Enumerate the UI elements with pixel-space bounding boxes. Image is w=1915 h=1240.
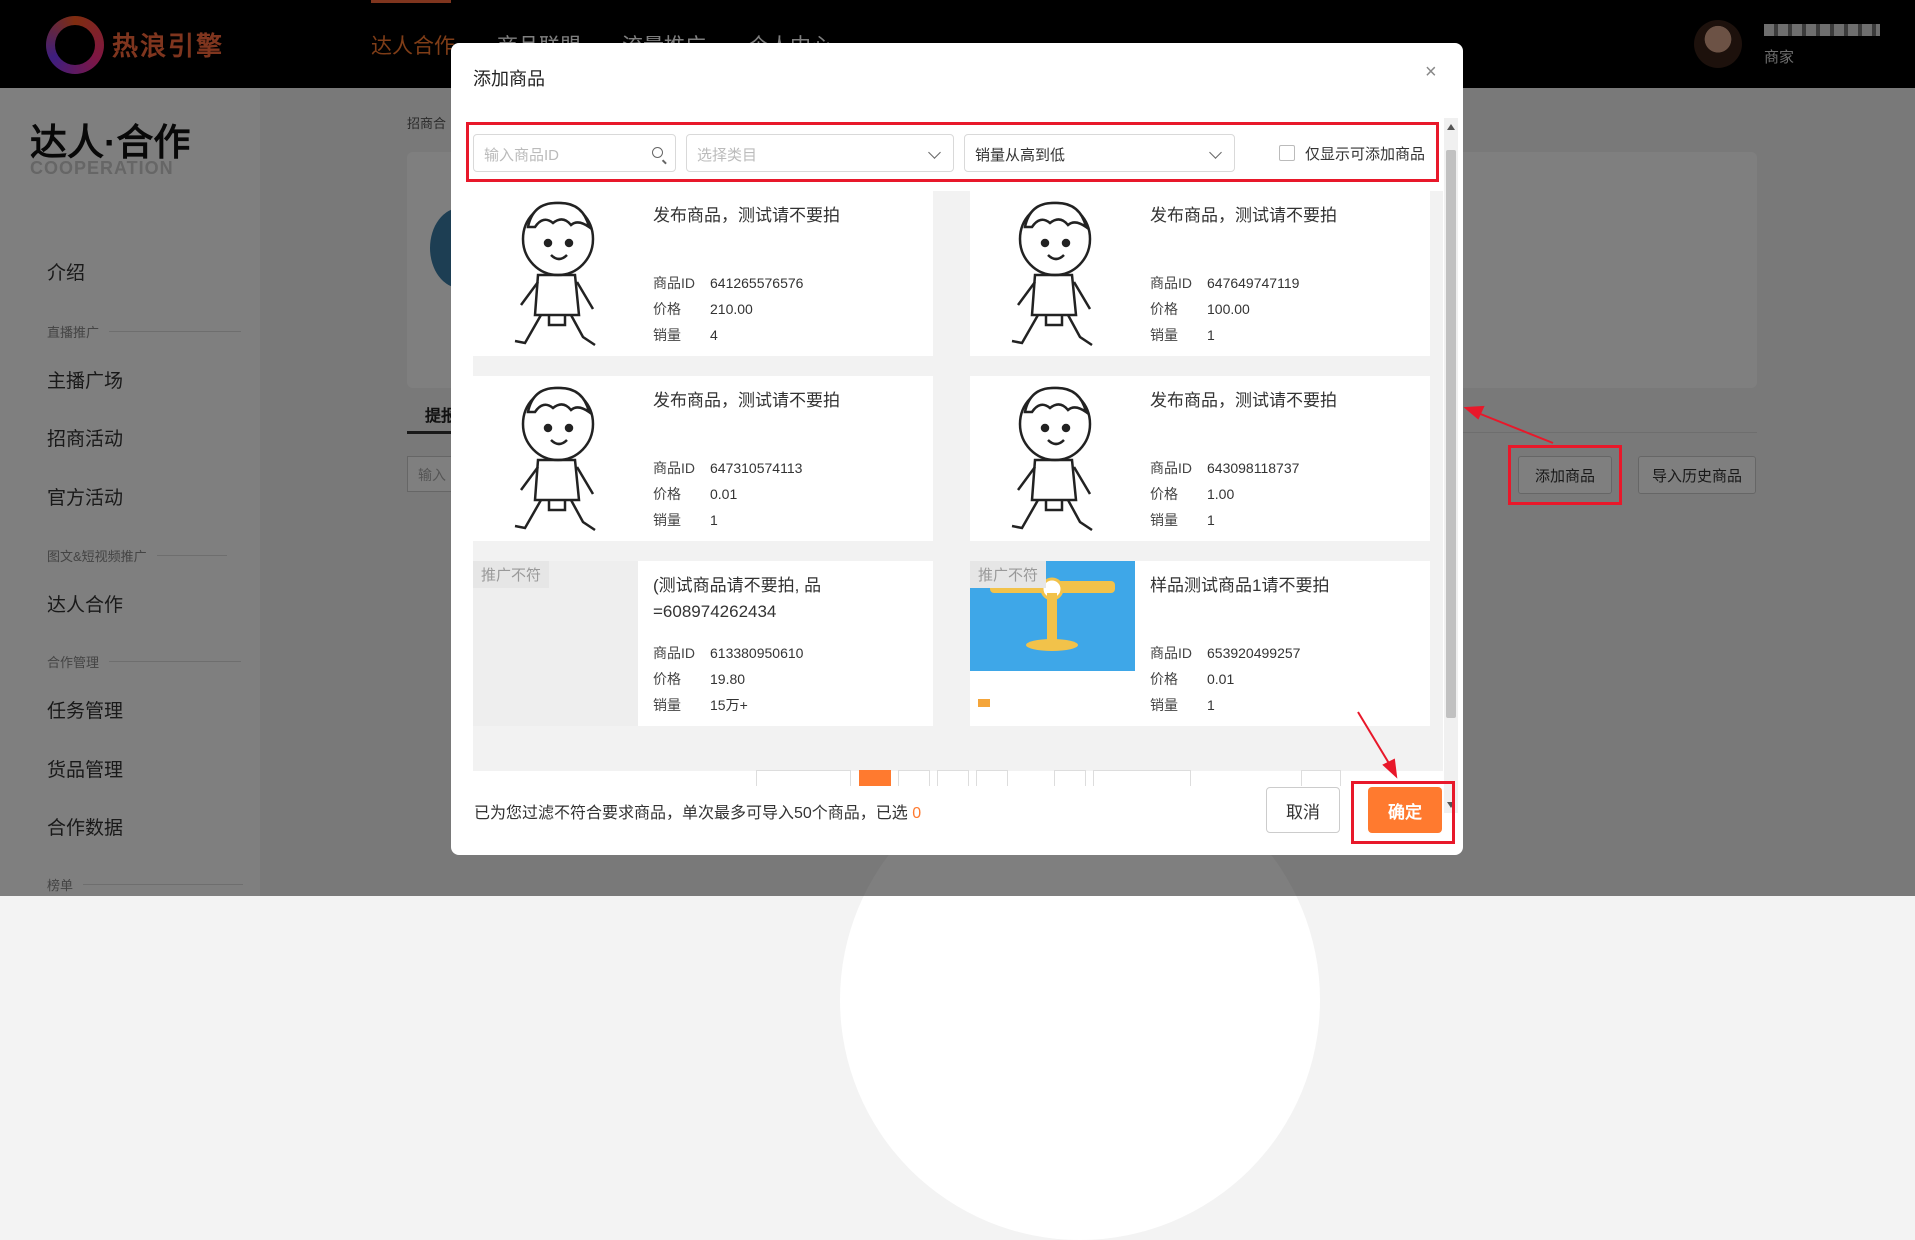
product-card[interactable]: 推广不符 样品测试商品1请不要拍 商品ID 653920499257 价格 0.01… [970, 561, 1430, 726]
cancel-button[interactable]: 取消 [1266, 787, 1340, 833]
product-list: 发布商品，测试请不要拍 商品ID 641265576576 价格 210.00 销量… [473, 191, 1443, 771]
product-thumbnail: 推广不符 [473, 561, 638, 726]
product-sales-row: 销量 4 [653, 325, 718, 345]
annotation-box-filters [466, 122, 1439, 182]
scroll-up-arrow-icon[interactable] [1447, 124, 1455, 130]
product-price-row: 价格 100.00 [1150, 299, 1250, 319]
field-label: 价格 [1150, 301, 1178, 317]
product-card[interactable]: 发布商品，测试请不要拍 商品ID 643098118737 价格 1.00 销量 1 [970, 376, 1430, 541]
field-label: 销量 [1150, 512, 1178, 528]
product-id: 647310574113 [710, 460, 803, 476]
product-id: 641265576576 [710, 275, 804, 291]
field-label: 价格 [1150, 671, 1178, 687]
field-label: 销量 [653, 697, 681, 713]
product-price-row: 价格 19.80 [653, 669, 745, 689]
product-id-row: 商品ID 643098118737 [1150, 458, 1299, 478]
field-label: 价格 [1150, 486, 1178, 502]
field-label: 商品ID [1150, 645, 1192, 661]
product-id-row: 商品ID 647310574113 [653, 458, 802, 478]
status-badge: 推广不符 [970, 561, 1047, 588]
field-label: 价格 [653, 301, 681, 317]
product-price: 1.00 [1207, 486, 1235, 502]
product-name: 样品测试商品1请不要拍 [1150, 576, 1330, 595]
status-badge: 推广不符 [473, 561, 550, 588]
annotation-box-add-button [1508, 445, 1622, 505]
product-name: 发布商品，测试请不要拍 [653, 206, 840, 225]
product-name: 发布商品，测试请不要拍 [1150, 391, 1337, 410]
pagination-size-select[interactable] [1093, 770, 1191, 786]
cartoon-boy-icon [514, 386, 596, 532]
product-thumbnail [970, 376, 1135, 541]
product-price: 19.80 [710, 671, 746, 687]
selected-count: 0 [912, 805, 922, 822]
field-label: 销量 [1150, 697, 1178, 713]
scrollbar[interactable] [1444, 118, 1458, 813]
pagination-page[interactable] [1054, 770, 1086, 786]
cartoon-boy-icon [1011, 201, 1093, 347]
pagination-page[interactable] [937, 770, 969, 786]
modal-title: 添加商品 [473, 69, 545, 89]
product-card[interactable]: 发布商品，测试请不要拍 商品ID 641265576576 价格 210.00 销量… [473, 191, 933, 356]
scroll-thumb[interactable] [1446, 150, 1456, 718]
product-sales-row: 销量 1 [1150, 325, 1215, 345]
product-thumbnail: 推广不符 [970, 561, 1135, 726]
field-label: 商品ID [653, 645, 695, 661]
product-name: 发布商品，测试请不要拍 [1150, 206, 1337, 225]
pagination-page[interactable] [976, 770, 1008, 786]
product-price: 0.01 [1207, 671, 1235, 687]
close-icon[interactable]: × [1425, 61, 1437, 84]
product-card[interactable]: 发布商品，测试请不要拍 商品ID 647310574113 价格 0.01 销量 1 [473, 376, 933, 541]
product-sales: 15万+ [710, 697, 748, 713]
field-label: 价格 [653, 486, 681, 502]
product-id-row: 商品ID 653920499257 [1150, 643, 1300, 663]
product-sales-row: 销量 15万+ [653, 695, 748, 715]
product-name: 发布商品，测试请不要拍 [653, 391, 840, 410]
annotation-box-confirm [1351, 781, 1455, 844]
field-label: 商品ID [653, 460, 695, 476]
footer-hint: 已为您过滤不符合要求商品，单次最多可导入50个商品，已选 0 [474, 799, 921, 823]
product-card[interactable]: 推广不符 (测试商品请不要拍, 品 =608974262434 商品ID 6133… [473, 561, 933, 726]
field-label: 商品ID [653, 275, 695, 291]
field-label: 销量 [653, 327, 681, 343]
product-price-row: 价格 210.00 [653, 299, 753, 319]
product-sales: 1 [1207, 697, 1215, 713]
product-id: 643098118737 [1207, 460, 1300, 476]
product-price: 210.00 [710, 301, 753, 317]
product-price-row: 价格 0.01 [653, 484, 737, 504]
pagination-jump-input[interactable] [1301, 770, 1341, 786]
pagination-prev[interactable] [756, 770, 851, 786]
product-sales-row: 销量 1 [1150, 510, 1215, 530]
cartoon-boy-icon [514, 201, 596, 347]
product-thumbnail [473, 191, 638, 356]
product-thumbnail [473, 376, 638, 541]
product-id-row: 商品ID 613380950610 [653, 643, 803, 663]
product-sales: 1 [1207, 327, 1215, 343]
product-id: 647649747119 [1207, 275, 1300, 291]
cartoon-boy-icon [1011, 386, 1093, 532]
field-label: 商品ID [1150, 460, 1192, 476]
product-price: 0.01 [710, 486, 738, 502]
product-id-row: 商品ID 647649747119 [1150, 273, 1299, 293]
footer-hint-text: 已为您过滤不符合要求商品，单次最多可导入50个商品，已选 [474, 805, 908, 822]
field-label: 价格 [653, 671, 681, 687]
product-sales-row: 销量 1 [653, 510, 718, 530]
product-sales: 4 [710, 327, 718, 343]
field-label: 销量 [1150, 327, 1178, 343]
pagination-page[interactable] [898, 770, 930, 786]
product-name: (测试商品请不要拍, 品 =608974262434 [653, 576, 822, 621]
product-sales-row: 销量 1 [1150, 695, 1215, 715]
product-id: 653920499257 [1207, 645, 1301, 661]
product-price-row: 价格 1.00 [1150, 484, 1234, 504]
product-id-row: 商品ID 641265576576 [653, 273, 803, 293]
product-price-row: 价格 0.01 [1150, 669, 1234, 689]
pagination-page-active[interactable] [859, 770, 891, 786]
field-label: 销量 [653, 512, 681, 528]
product-id: 613380950610 [710, 645, 804, 661]
product-sales: 1 [1207, 512, 1215, 528]
product-price: 100.00 [1207, 301, 1250, 317]
product-card[interactable]: 发布商品，测试请不要拍 商品ID 647649747119 价格 100.00 销量… [970, 191, 1430, 356]
field-label: 商品ID [1150, 275, 1192, 291]
product-sales: 1 [710, 512, 718, 528]
product-thumbnail [970, 191, 1135, 356]
